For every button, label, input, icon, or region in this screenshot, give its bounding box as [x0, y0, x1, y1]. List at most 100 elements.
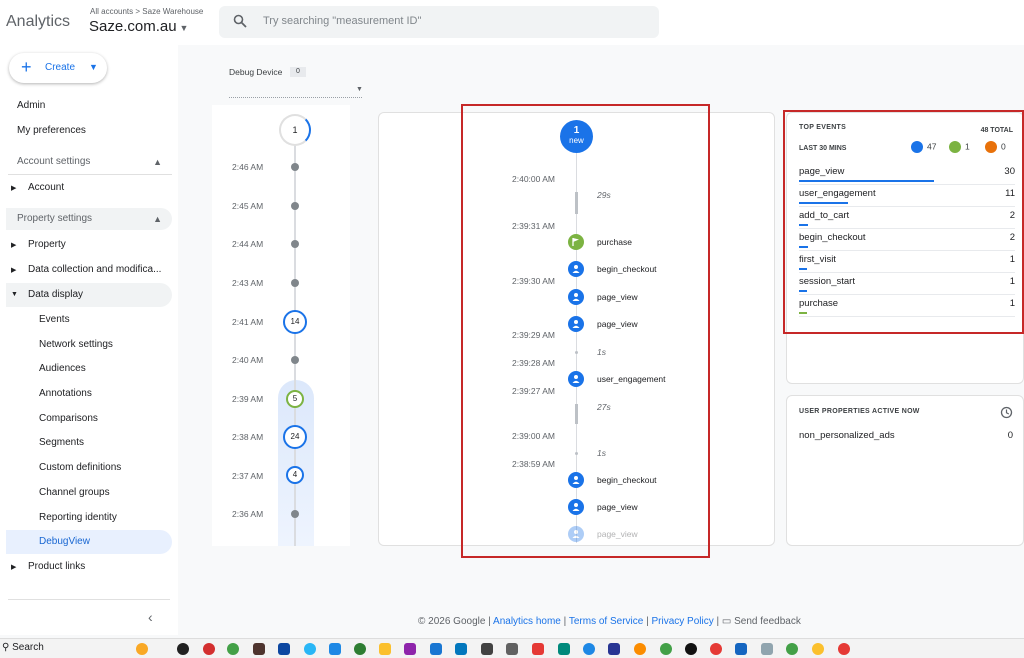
minute-dot[interactable]	[291, 510, 299, 518]
nav-channel-groups[interactable]: Channel groups	[39, 482, 110, 504]
app-icon[interactable]	[227, 643, 239, 655]
chevron-down-icon: ▼	[89, 62, 98, 72]
minute-time: 2:38 AM	[232, 432, 264, 442]
nav-property[interactable]: Property	[28, 234, 66, 256]
app-icon[interactable]	[735, 643, 747, 655]
seconds-counter[interactable]: 1	[279, 114, 311, 146]
app-icon[interactable]	[177, 643, 189, 655]
expand-arrow-icon[interactable]: ▶	[11, 184, 16, 192]
breadcrumb-account[interactable]: Saze Warehouse	[142, 7, 203, 16]
app-icon[interactable]	[404, 643, 416, 655]
minute-event-count[interactable]: 5	[286, 390, 304, 408]
footer-separator: |	[716, 616, 720, 627]
feedback-icon: ▭	[721, 616, 732, 627]
illustrator-icon[interactable]	[253, 643, 265, 655]
widgets-icon[interactable]	[136, 643, 148, 655]
minute-dot[interactable]	[291, 240, 299, 248]
minute-time: 2:40 AM	[232, 355, 264, 365]
nav-segments[interactable]: Segments	[39, 432, 84, 454]
copyright-text: © 2026 Google |	[418, 616, 491, 627]
footer-separator: |	[646, 616, 649, 627]
expand-arrow-icon[interactable]: ▶	[11, 563, 16, 571]
minute-event-count[interactable]: 4	[286, 466, 304, 484]
nav-annotations[interactable]: Annotations	[39, 383, 92, 405]
app-icon[interactable]	[506, 643, 518, 655]
whatsapp-icon[interactable]	[354, 643, 366, 655]
collapse-sidebar-icon[interactable]: ‹	[148, 609, 153, 625]
chrome-icon[interactable]	[634, 643, 646, 655]
minute-dot[interactable]	[291, 163, 299, 171]
chrome-icon[interactable]	[838, 643, 850, 655]
breadcrumb-all-accounts[interactable]: All accounts	[90, 7, 133, 16]
nav-comparisons[interactable]: Comparisons	[39, 408, 98, 430]
nav-network-settings[interactable]: Network settings	[39, 334, 113, 356]
top-header: Analytics All accounts > Saze Warehouse …	[0, 0, 1024, 45]
app-icon[interactable]	[761, 643, 773, 655]
minute-dot[interactable]	[291, 202, 299, 210]
chrome-icon[interactable]	[812, 643, 824, 655]
history-icon[interactable]	[1000, 406, 1013, 422]
app-icon[interactable]	[329, 643, 341, 655]
chrome-icon[interactable]	[660, 643, 672, 655]
property-picker[interactable]: Saze.com.au ▼	[89, 18, 188, 35]
nav-audiences[interactable]: Audiences	[39, 358, 86, 380]
expand-arrow-icon[interactable]: ▶	[11, 241, 16, 249]
app-icon[interactable]	[481, 643, 493, 655]
minute-time: 2:45 AM	[232, 201, 264, 211]
nav-product-links[interactable]: Product links	[28, 556, 85, 578]
minute-event-count[interactable]: 14	[283, 310, 307, 334]
nav-reporting-identity[interactable]: Reporting identity	[39, 507, 117, 529]
minute-dot[interactable]	[291, 356, 299, 364]
debug-device-count: 0	[290, 67, 306, 77]
app-icon[interactable]	[455, 643, 467, 655]
folder-icon[interactable]	[379, 643, 391, 655]
nav-data-collection[interactable]: Data collection and modifica...	[28, 259, 161, 281]
create-button[interactable]: + Create ▼	[9, 53, 107, 83]
property-name: Saze.com.au	[89, 18, 177, 35]
send-feedback-link[interactable]: Send feedback	[734, 616, 801, 627]
nav-events[interactable]: Events	[39, 309, 70, 331]
app-icon[interactable]	[608, 643, 620, 655]
debug-device-select[interactable]	[229, 97, 362, 98]
minute-dot[interactable]	[291, 279, 299, 287]
app-icon[interactable]	[532, 643, 544, 655]
nav-custom-definitions[interactable]: Custom definitions	[39, 457, 121, 479]
nav-data-display[interactable]: Data display	[28, 284, 83, 306]
taskbar-search[interactable]: ⚲ Search	[2, 642, 44, 653]
chrome-icon[interactable]	[710, 643, 722, 655]
search-input[interactable]: Try searching "measurement ID"	[219, 6, 659, 38]
breadcrumb[interactable]: All accounts > Saze Warehouse	[90, 7, 203, 16]
app-icon[interactable]	[583, 643, 595, 655]
minute-time: 2:43 AM	[232, 278, 264, 288]
minute-time: 2:39 AM	[232, 394, 264, 404]
analytics-home-link[interactable]: Analytics home	[493, 616, 561, 627]
photoshop-icon[interactable]	[278, 643, 290, 655]
search-icon	[233, 14, 247, 31]
minute-event-count[interactable]: 24	[283, 425, 307, 449]
breadcrumb-separator: >	[135, 7, 141, 16]
chrome-icon[interactable]	[786, 643, 798, 655]
app-icon[interactable]	[430, 643, 442, 655]
debug-device-label: Debug Device	[229, 67, 283, 77]
app-icon[interactable]	[558, 643, 570, 655]
collapse-arrow-icon[interactable]: ▼	[11, 291, 18, 298]
expand-arrow-icon[interactable]: ▶	[11, 266, 16, 274]
analytics-logo-text[interactable]: Analytics	[6, 13, 70, 31]
minute-time: 2:37 AM	[232, 471, 264, 481]
nav-admin[interactable]: Admin	[17, 95, 45, 117]
annotation-highlight-box	[461, 104, 710, 558]
privacy-link[interactable]: Privacy Policy	[651, 616, 713, 627]
app-icon[interactable]	[685, 643, 697, 655]
minute-time: 2:36 AM	[232, 509, 264, 519]
nav-my-preferences[interactable]: My preferences	[17, 120, 86, 142]
chevron-down-icon[interactable]: ▼	[356, 86, 363, 93]
property-settings-section[interactable]: Property settings ▲	[6, 208, 172, 230]
search-icon: ⚲	[2, 642, 10, 653]
account-settings-section[interactable]: Account settings ▲	[6, 151, 172, 173]
opera-icon[interactable]	[203, 643, 215, 655]
nav-debugview[interactable]: DebugView	[39, 531, 90, 553]
user-property-name[interactable]: non_personalized_ads	[799, 430, 895, 441]
nav-account[interactable]: Account	[28, 177, 64, 199]
terms-link[interactable]: Terms of Service	[569, 616, 643, 627]
telegram-icon[interactable]	[304, 643, 316, 655]
